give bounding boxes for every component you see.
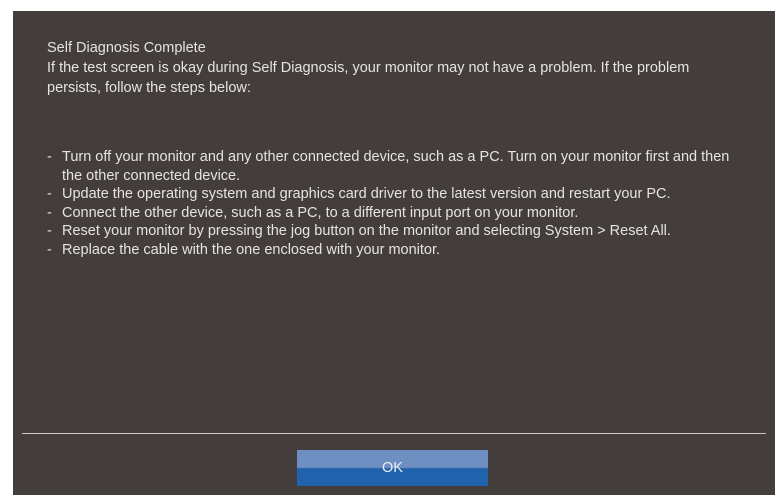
step-text: Replace the cable with the one enclosed … [62,241,441,258]
troubleshooting-steps-list: - Turn off your monitor and any other co… [47,148,747,259]
list-item: - Update the operating system and graphi… [47,185,747,204]
list-item: - Replace the cable with the one enclose… [47,241,747,260]
ok-button-label: OK [382,460,403,476]
bullet-dash: - [47,186,52,202]
bullet-dash: - [47,149,52,165]
step-text: Reset your monitor by pressing the jog b… [62,223,671,239]
bullet-dash: - [47,223,52,239]
dialog-intro: If the test screen is okay during Self D… [47,60,690,96]
step-text: Turn off your monitor and any other conn… [62,149,730,184]
step-text: Connect the other device, such as a PC, … [62,204,579,221]
intro-text-block: Self Diagnosis Complete If the test scre… [47,38,747,98]
step-text: Update the operating system and graphics… [62,186,671,202]
list-item: - Turn off your monitor and any other co… [47,148,747,185]
bullet-dash: - [47,241,52,258]
dialog-title: Self Diagnosis Complete [47,40,206,56]
list-item: - Connect the other device, such as a PC… [47,204,747,223]
self-diagnosis-dialog: Self Diagnosis Complete If the test scre… [13,11,775,495]
list-item: - Reset your monitor by pressing the jog… [47,222,747,241]
bullet-dash: - [47,204,52,221]
ok-button[interactable]: OK [297,450,488,486]
divider [22,433,766,434]
